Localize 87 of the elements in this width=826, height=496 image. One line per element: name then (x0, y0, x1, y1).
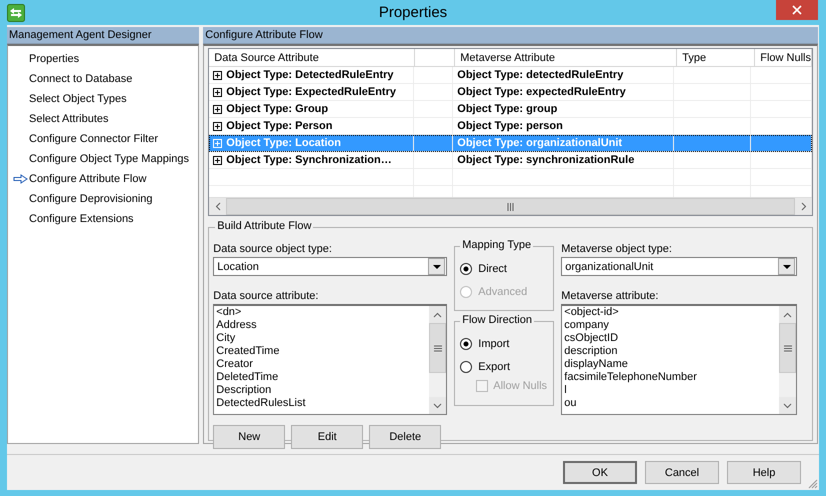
attribute-listbox[interactable]: <dn> Address City CreatedTime Creator DeletedTime Description DetectedRulesList (213, 304, 448, 415)
object-type-dropdown[interactable]: Location (213, 257, 448, 276)
list-item[interactable]: company (564, 319, 780, 332)
list-item[interactable]: CreatedTime (216, 345, 430, 358)
list-item[interactable]: Description (216, 384, 430, 397)
list-item[interactable]: l (564, 384, 780, 397)
column-header[interactable]: Flow Nulls (755, 49, 812, 67)
sidebar-item[interactable]: Select Object Types (8, 89, 198, 109)
sidebar-item[interactable]: Configure Extensions (8, 209, 198, 229)
dialog-button[interactable]: OK (563, 461, 637, 484)
scroll-down-icon[interactable] (429, 397, 446, 414)
dialog-button[interactable]: Help (727, 461, 801, 484)
list-item[interactable]: DeletedTime (216, 371, 430, 384)
list-item[interactable]: displayName (564, 358, 780, 371)
sidebar-item[interactable]: Configure Object Type Mappings (8, 149, 198, 169)
action-button[interactable]: Edit (291, 425, 364, 449)
column-header[interactable]: Type (677, 49, 756, 67)
table-cell-text: Object Type: organizationalUnit (457, 136, 622, 151)
radio-option[interactable]: Direct (460, 257, 550, 280)
table-cell-text: Object Type: Group (226, 102, 328, 117)
list-item[interactable]: <object-id> (564, 306, 780, 319)
scroll-up-icon[interactable] (429, 306, 446, 323)
scroll-down-icon[interactable] (779, 397, 796, 414)
grid-row[interactable]: Object Type: Synchronization… Object Type: synchronizationRule (209, 152, 812, 169)
table-cell-text: Object Type: ExpectedRuleEntry (226, 85, 396, 100)
radio-icon[interactable] (460, 338, 472, 350)
list-item[interactable]: Creator (216, 358, 430, 371)
radio-icon[interactable] (460, 360, 472, 372)
sidebar-item[interactable]: Select Attributes (8, 109, 198, 129)
group-title: Mapping Type (460, 239, 534, 251)
sidebar-header: Management Agent Designer (7, 27, 200, 44)
expand-icon[interactable] (213, 88, 222, 96)
table-cell-text: Object Type: detectedRuleEntry (457, 68, 624, 83)
expand-icon[interactable] (213, 156, 222, 164)
close-icon (792, 5, 802, 15)
list-item[interactable]: description (564, 345, 780, 358)
expand-icon[interactable] (213, 122, 222, 130)
list-item[interactable]: facsimileTelephoneNumber (564, 371, 780, 384)
list-item[interactable]: <dn> (216, 306, 430, 319)
grid-row[interactable]: Object Type: ExpectedRuleEntry Object Type: expectedRuleEntry (209, 84, 812, 101)
column-header[interactable]: Metaverse Attribute (455, 49, 678, 67)
field-label: Metaverse object type: (561, 242, 673, 256)
close-button[interactable] (776, 0, 818, 20)
table-cell-text: Object Type: Person (226, 119, 332, 134)
table-cell-text: Object Type: Synchronization… (226, 153, 392, 168)
field-label: Data source attribute: (213, 289, 320, 303)
group-title: Build Attribute Flow (215, 220, 314, 232)
list-item[interactable]: Address (216, 319, 430, 332)
scrollbar-thumb[interactable] (429, 323, 446, 373)
list-item[interactable]: DetectedRulesList (216, 397, 430, 410)
grid-row[interactable]: Object Type: DetectedRuleEntry Object Type: detectedRuleEntry (209, 67, 812, 84)
action-button[interactable]: New (213, 425, 286, 449)
window-title: Properties (378, 4, 448, 21)
expand-icon[interactable] (213, 104, 222, 114)
scroll-up-icon[interactable] (779, 306, 796, 323)
table-cell-text: Object Type: synchronizationRule (457, 153, 634, 168)
sidebar-item[interactable]: Configure Connector Filter (8, 129, 198, 149)
list-item[interactable]: City (216, 332, 430, 345)
table-cell-text: Object Type: expectedRuleEntry (457, 85, 626, 100)
object-type-dropdown[interactable]: organizationalUnit (561, 257, 798, 276)
list-item[interactable]: csObjectID (564, 332, 780, 345)
table-cell-text: Object Type: group (457, 102, 558, 117)
table-cell-text: Object Type: Location (226, 136, 341, 151)
grid-row[interactable]: Object Type: Group Object Type: group (209, 101, 812, 118)
field-label: Metaverse attribute: (561, 289, 660, 303)
panel-header: Configure Attribute Flow (203, 27, 818, 44)
sidebar-item[interactable]: Properties (8, 49, 198, 69)
table-cell-text: Object Type: DetectedRuleEntry (226, 68, 394, 83)
resize-grip-icon[interactable] (806, 477, 818, 489)
field-label: Data source object type: (213, 242, 333, 256)
app-icon (7, 4, 25, 22)
radio-icon[interactable] (460, 262, 472, 274)
table-cell-text: Object Type: person (457, 119, 563, 134)
action-button[interactable]: Delete (369, 425, 442, 449)
scrollbar-thumb[interactable] (779, 323, 796, 373)
group-title: Flow Direction (460, 314, 534, 326)
radio-option[interactable]: Import (460, 332, 550, 355)
sidebar-item[interactable]: Configure Attribute Flow (8, 169, 198, 189)
dialog-button[interactable]: Cancel (645, 461, 719, 484)
radio-option[interactable]: Export (460, 355, 550, 378)
list-item[interactable]: ou (564, 397, 780, 410)
sidebar-item[interactable]: Configure Deprovisioning (8, 189, 198, 209)
column-header[interactable]: Data Source Attribute (209, 49, 416, 67)
scrollbar-thumb[interactable] (226, 198, 795, 215)
attribute-listbox[interactable]: <object-id> company csObjectID description displayName facsimileTelephoneNumber l ou (561, 304, 798, 415)
sidebar-item[interactable]: Connect to Database (8, 69, 198, 89)
expand-icon[interactable] (213, 70, 222, 80)
